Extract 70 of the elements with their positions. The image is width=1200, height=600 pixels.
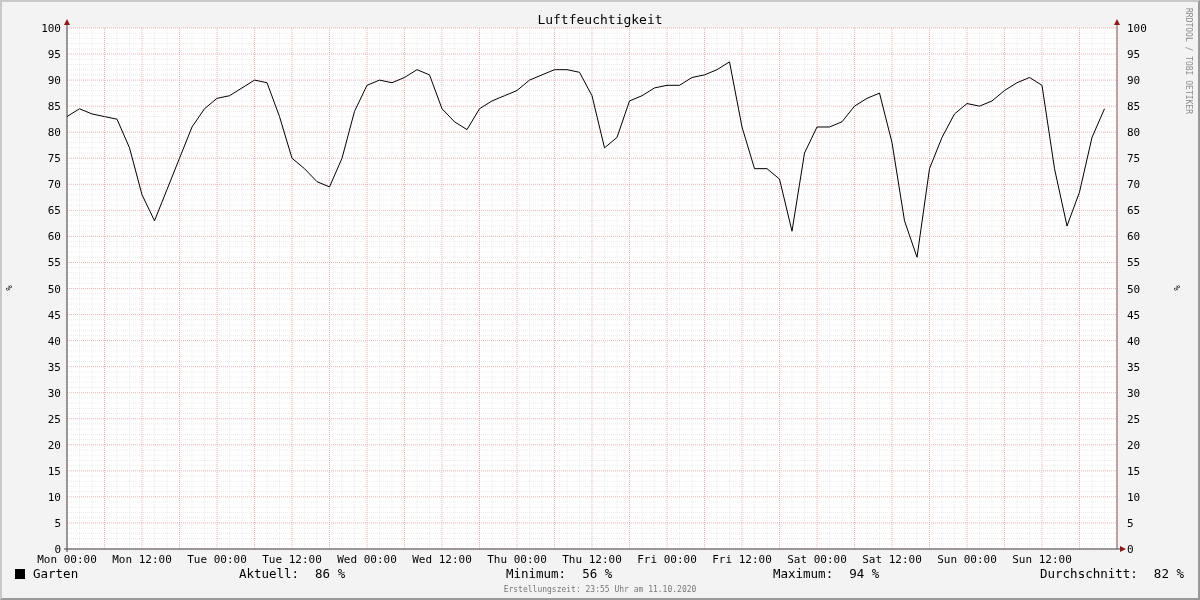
y-tick-label: 60	[1127, 230, 1141, 244]
y-tick-label: 80	[1127, 126, 1141, 140]
x-tick-label: Sun 12:00	[1012, 553, 1072, 564]
y-tick-label: 5	[54, 516, 61, 530]
stat-value: 86 %	[315, 564, 346, 583]
y-tick-label: 45	[1127, 308, 1141, 322]
y-tick-label: 80	[47, 126, 61, 140]
stat-label: Durchschnitt:	[1040, 564, 1138, 583]
y-tick-label: 45	[47, 308, 61, 322]
x-tick-label: Sun 00:00	[937, 553, 997, 564]
y-tick-label: 60	[47, 230, 61, 244]
y-tick-label: 0	[1127, 543, 1134, 556]
y-tick-label: 15	[47, 464, 61, 478]
y-tick-label: 90	[1127, 74, 1141, 88]
y-tick-label: 40	[1127, 334, 1141, 348]
x-tick-label: Fri 12:00	[712, 553, 772, 564]
y-tick-label: 20	[47, 438, 61, 452]
y-tick-label: 25	[47, 412, 61, 426]
y-tick-label: 10	[1127, 490, 1141, 504]
y-tick-label: 20	[1127, 438, 1141, 452]
y-tick-label: 75	[1127, 152, 1141, 166]
y-tick-label: 40	[47, 334, 61, 348]
y-tick-label: 15	[1127, 464, 1141, 478]
y-tick-label: 0	[54, 543, 61, 556]
side-note: RRDTOOL / TOBI OETIKER	[1184, 8, 1193, 114]
x-tick-label: Wed 00:00	[337, 553, 397, 564]
y-tick-label: 50	[1127, 282, 1141, 296]
y-axis-label: %	[1172, 285, 1182, 291]
y-tick-label: 100	[41, 22, 61, 35]
x-tick-label: Fri 00:00	[637, 553, 697, 564]
stat-value: 56 %	[582, 564, 613, 583]
y-tick-label: 5	[1127, 516, 1134, 530]
chart-title: Luftfeuchtigkeit	[537, 12, 663, 27]
stat-label: Aktuell:	[238, 564, 300, 583]
y-tick-label: 70	[47, 178, 61, 192]
x-tick-label: Sat 00:00	[787, 553, 847, 564]
y-tick-label: 30	[1127, 386, 1141, 400]
y-tick-label: 35	[1127, 360, 1141, 374]
y-tick-label: 65	[1127, 204, 1141, 218]
stat-label: Minimum:	[505, 564, 567, 583]
stat-label: Maximum:	[772, 564, 834, 583]
stat-value: 82 %	[1153, 564, 1184, 583]
x-tick-label: Thu 12:00	[562, 553, 622, 564]
x-tick-label: Mon 12:00	[112, 553, 172, 564]
x-tick-label: Tue 12:00	[262, 553, 322, 564]
y-tick-label: 75	[47, 152, 61, 166]
y-tick-label: 70	[1127, 178, 1141, 192]
y-tick-label: 95	[1127, 48, 1141, 62]
legend-label: Garten	[33, 564, 79, 583]
y-tick-label: 25	[1127, 412, 1141, 426]
y-tick-label: 65	[47, 204, 61, 218]
y-tick-label: 100	[1127, 22, 1147, 35]
y-tick-label: 50	[47, 282, 61, 296]
y-tick-label: 35	[47, 360, 61, 374]
y-tick-label: 95	[47, 48, 61, 62]
stat-value: 94 %	[849, 564, 880, 583]
y-axis-label: %	[4, 285, 14, 291]
x-tick-label: Wed 12:00	[412, 553, 472, 564]
y-tick-label: 30	[47, 386, 61, 400]
footer-text: Erstellungszeit: 23:55 Uhr am 11.10.2020	[502, 584, 698, 596]
x-tick-label: Mon 00:00	[37, 553, 97, 564]
y-tick-label: 90	[47, 74, 61, 88]
y-tick-label: 55	[1127, 256, 1141, 270]
y-tick-label: 85	[47, 100, 61, 114]
y-tick-label: 85	[1127, 100, 1141, 114]
x-tick-label: Tue 00:00	[187, 553, 247, 564]
x-tick-label: Thu 00:00	[487, 553, 547, 564]
x-tick-label: Sat 12:00	[862, 553, 922, 564]
y-tick-label: 10	[47, 490, 61, 504]
y-tick-label: 55	[47, 256, 61, 270]
